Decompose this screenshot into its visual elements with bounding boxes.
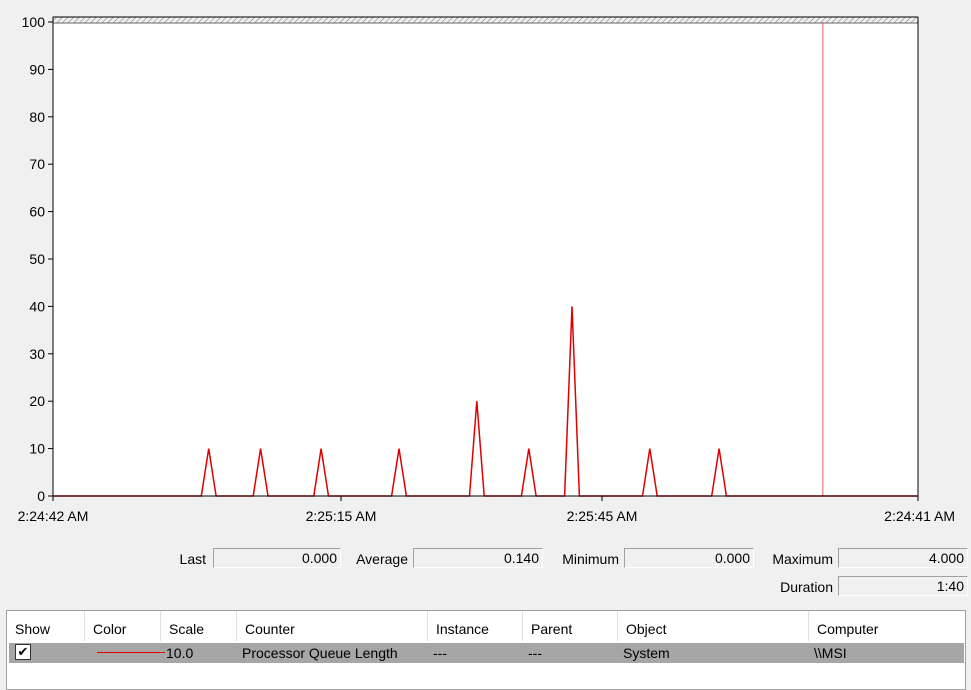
column-header-color[interactable]: Color: [85, 611, 161, 641]
x-tick-label: 2:24:42 AM: [18, 508, 89, 524]
row-scale: 10.0: [166, 645, 194, 661]
y-tick-label: 20: [29, 393, 45, 409]
column-header-object[interactable]: Object: [618, 611, 809, 641]
overflow-hatch-band: [52, 16, 919, 24]
y-tick-label: 50: [29, 251, 45, 267]
last-value: 0.000: [213, 548, 341, 568]
maximum-value: 4.000: [838, 548, 968, 568]
column-header-scale[interactable]: Scale: [161, 611, 237, 641]
row-object: System: [623, 645, 670, 661]
average-value: 0.140: [413, 548, 543, 568]
y-tick-label: 60: [29, 204, 45, 220]
y-tick-label: 80: [29, 109, 45, 125]
show-checkbox[interactable]: ✔: [15, 644, 31, 660]
x-tick-label: 2:25:45 AM: [567, 508, 638, 524]
y-tick-label: 10: [29, 441, 45, 457]
y-tick-label: 40: [29, 298, 45, 314]
y-tick-label: 70: [29, 156, 45, 172]
y-tick-label: 100: [22, 14, 46, 30]
color-swatch: [97, 652, 165, 653]
column-header-counter[interactable]: Counter: [237, 611, 428, 641]
y-tick-label: 0: [37, 488, 45, 504]
row-computer: \\MSI: [814, 645, 847, 661]
duration-label: Duration: [780, 579, 833, 595]
column-header-parent[interactable]: Parent: [523, 611, 618, 641]
last-label: Last: [179, 551, 206, 567]
average-label: Average: [356, 551, 408, 567]
column-header-show[interactable]: Show: [7, 611, 85, 641]
counter-row[interactable]: ✔ 10.0 Processor Queue Length --- --- Sy…: [9, 643, 964, 663]
x-tick-label: 2:25:15 AM: [306, 508, 377, 524]
column-header-computer[interactable]: Computer: [809, 611, 965, 641]
column-header-instance[interactable]: Instance: [428, 611, 523, 641]
row-parent: ---: [528, 645, 542, 661]
maximum-label: Maximum: [772, 551, 833, 567]
duration-value: 1:40: [838, 576, 968, 596]
performance-graph[interactable]: 0 10 20 30 40 50 60 70 80 90 100 2:24:42 AM 2:25:15…: [0, 0, 971, 530]
y-tick-label: 90: [29, 61, 45, 77]
x-tick-label: 2:24:41 AM: [884, 508, 955, 524]
minimum-label: Minimum: [562, 551, 619, 567]
row-counter: Processor Queue Length: [242, 645, 398, 661]
counter-list[interactable]: Show Color Scale Counter Instance Parent…: [6, 610, 966, 690]
minimum-value: 0.000: [624, 548, 754, 568]
plot-area: [53, 22, 918, 496]
y-tick-label: 30: [29, 346, 45, 362]
row-instance: ---: [433, 645, 447, 661]
